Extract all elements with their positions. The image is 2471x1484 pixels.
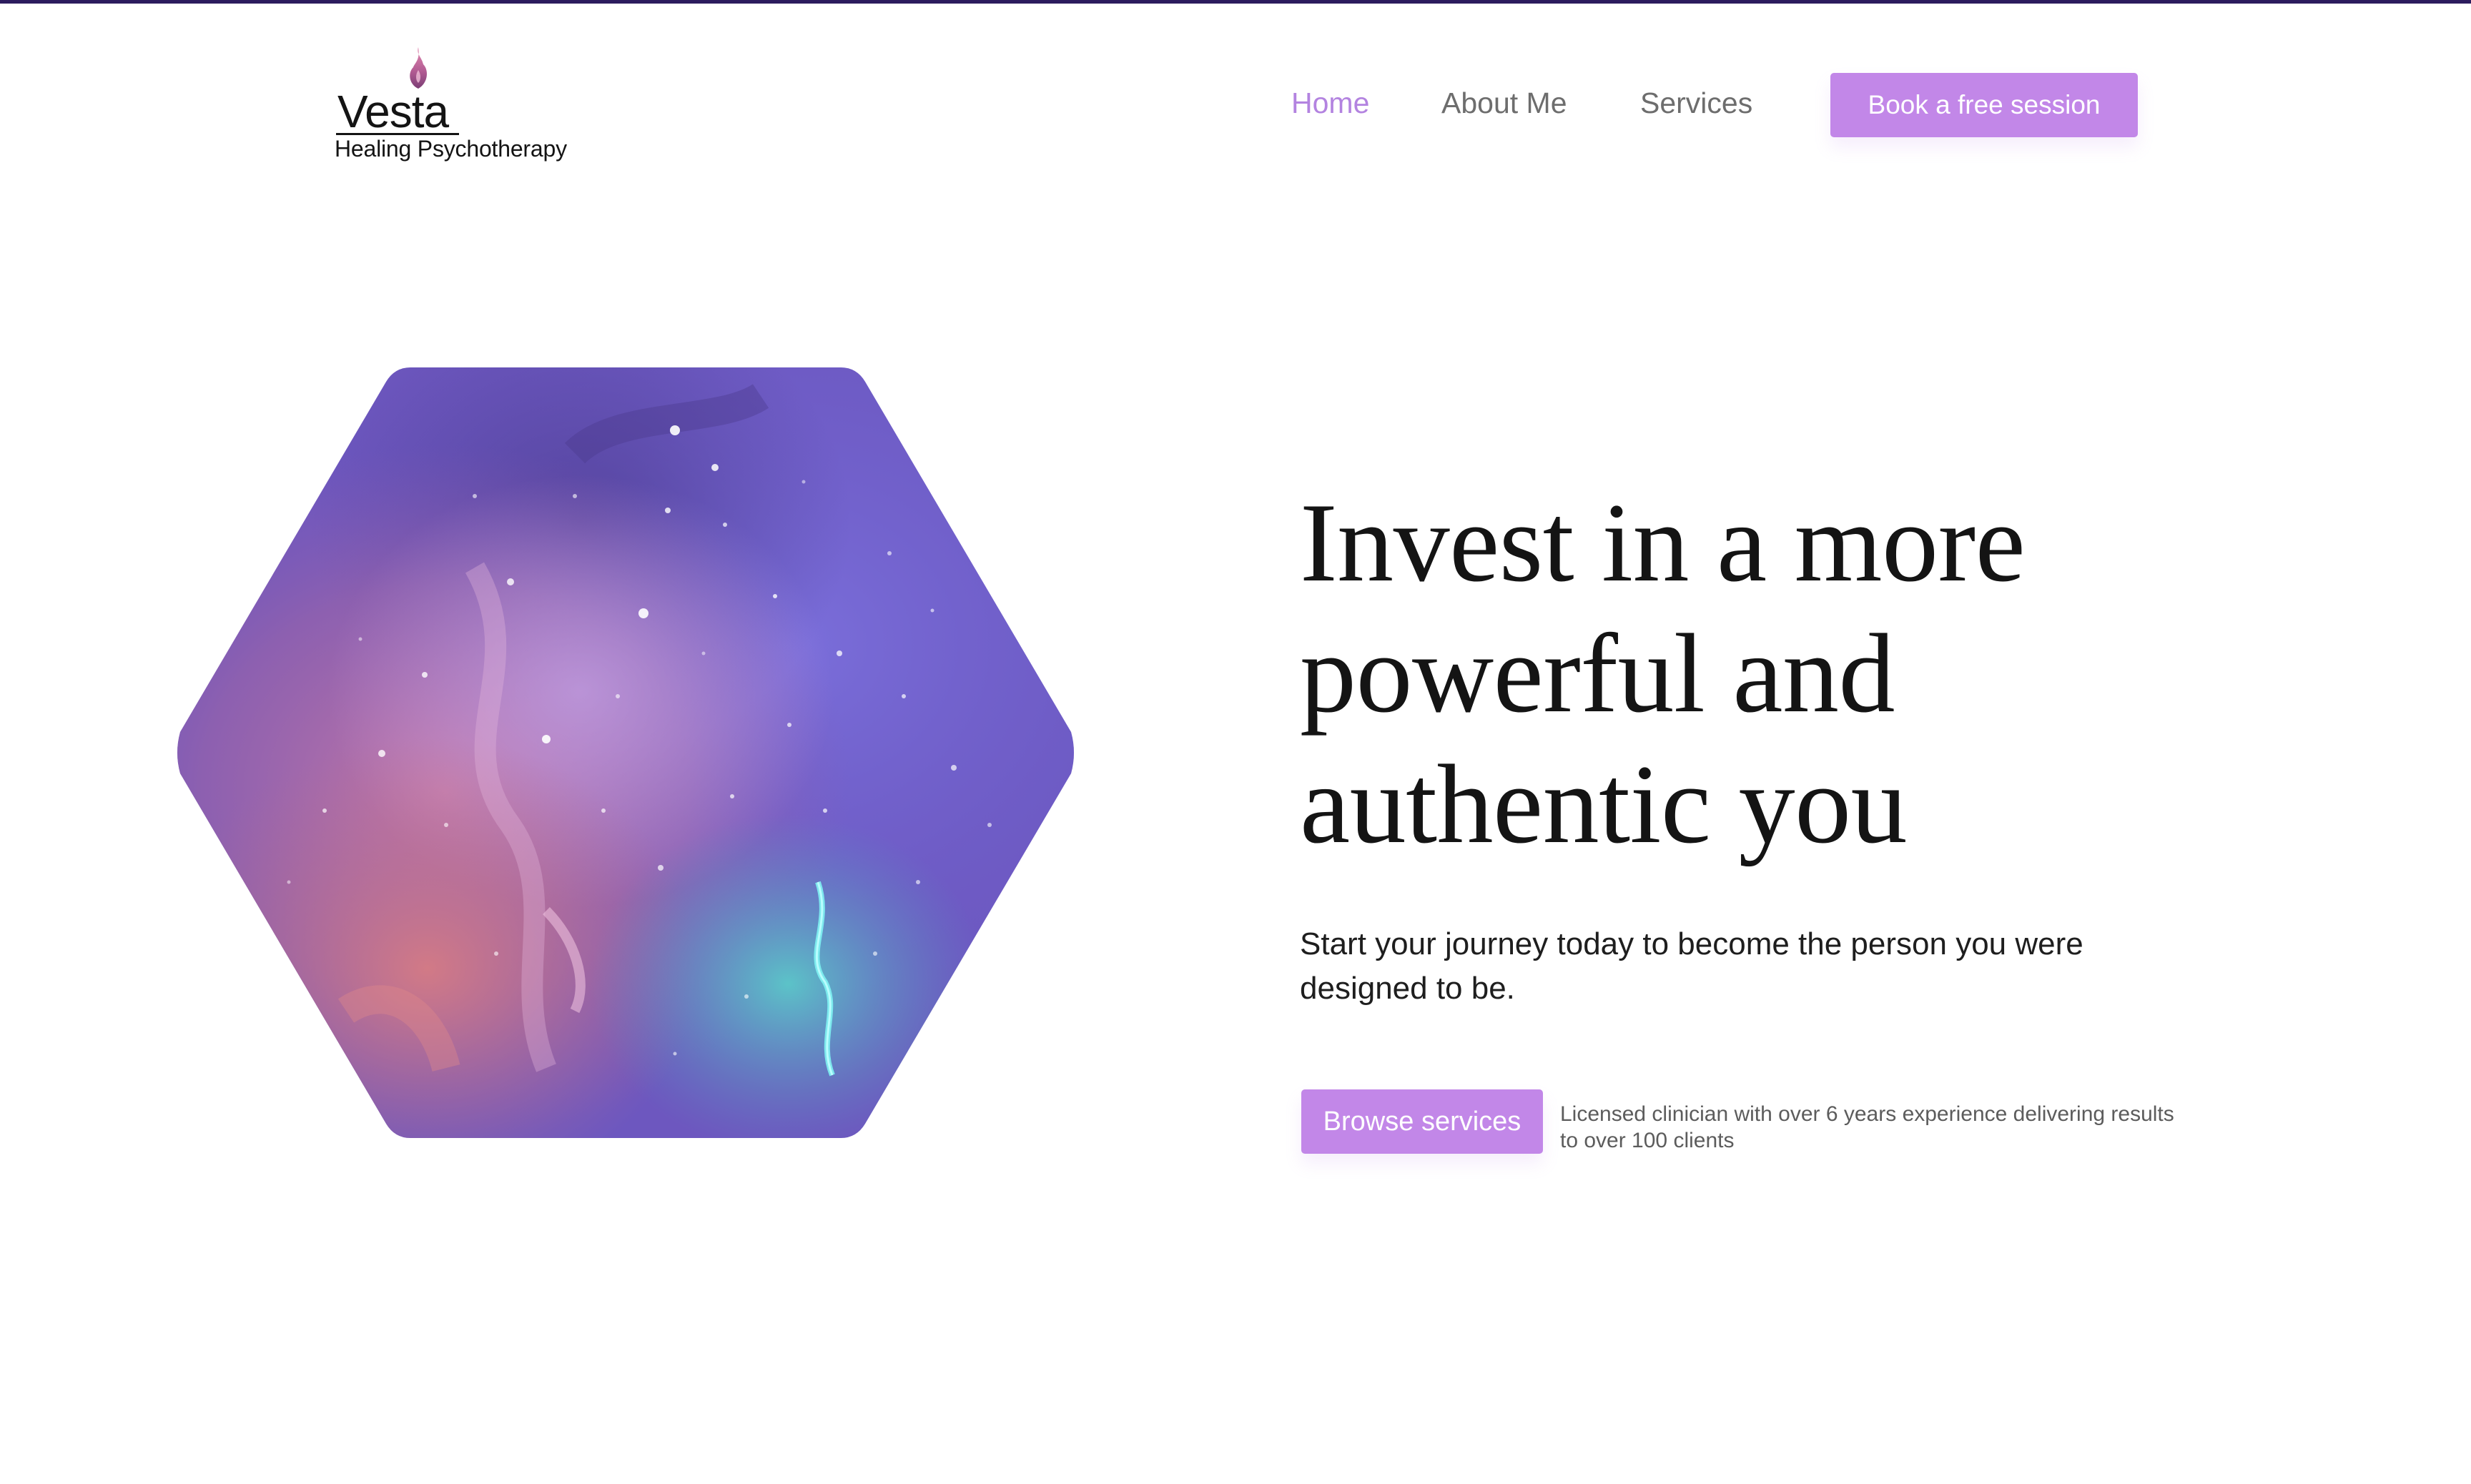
nav-link-home[interactable]: Home <box>1291 80 1369 126</box>
hero-subtitle: Start your journey today to become the p… <box>1300 926 2083 1006</box>
brand-name: Vesta <box>337 86 449 137</box>
hero-title: Invest in a more powerful and authentic … <box>1300 480 2026 867</box>
nav-link-about-me[interactable]: About Me <box>1441 80 1567 126</box>
credentials-text: Licensed clinician with over 6 years exp… <box>1560 1102 2174 1152</box>
book-free-session-button[interactable]: Book a free session <box>1830 73 2138 137</box>
logo-link[interactable]: Vesta Healing Psychotherapy <box>333 43 605 172</box>
browse-services-button[interactable]: Browse services <box>1301 1089 1543 1154</box>
hero-galaxy-image <box>174 367 1077 1138</box>
top-border <box>0 0 2471 4</box>
brand-tagline: Healing Psychotherapy <box>335 136 567 162</box>
nav-link-services[interactable]: Services <box>1640 80 1752 126</box>
